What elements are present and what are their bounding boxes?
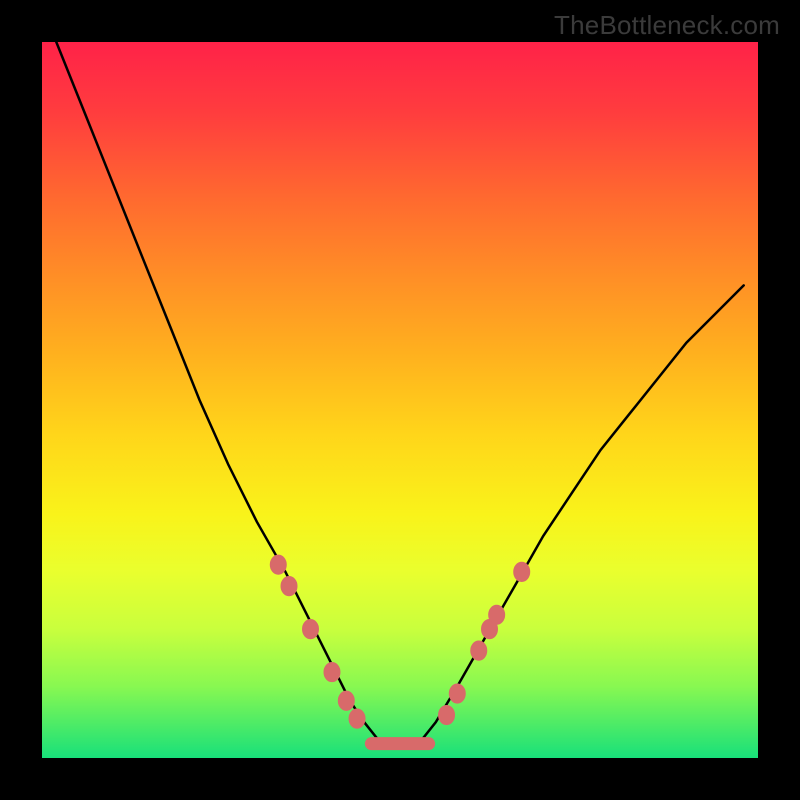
curve-marker — [338, 691, 354, 710]
curve-marker — [489, 605, 505, 624]
curve-marker — [439, 705, 455, 724]
curve-marker — [270, 555, 286, 574]
curve-marker — [324, 662, 340, 681]
curve-marker — [303, 620, 319, 639]
curve-marker — [449, 684, 465, 703]
curve-marker — [471, 641, 487, 660]
curve-marker — [514, 562, 530, 581]
curve-marker — [349, 709, 365, 728]
watermark-text: TheBottleneck.com — [554, 10, 780, 41]
curve-marker — [281, 577, 297, 596]
bottleneck-curve — [56, 42, 743, 744]
curve-markers — [270, 555, 529, 728]
chart-frame: TheBottleneck.com — [0, 0, 800, 800]
chart-svg — [42, 42, 758, 758]
plot-area — [42, 42, 758, 758]
